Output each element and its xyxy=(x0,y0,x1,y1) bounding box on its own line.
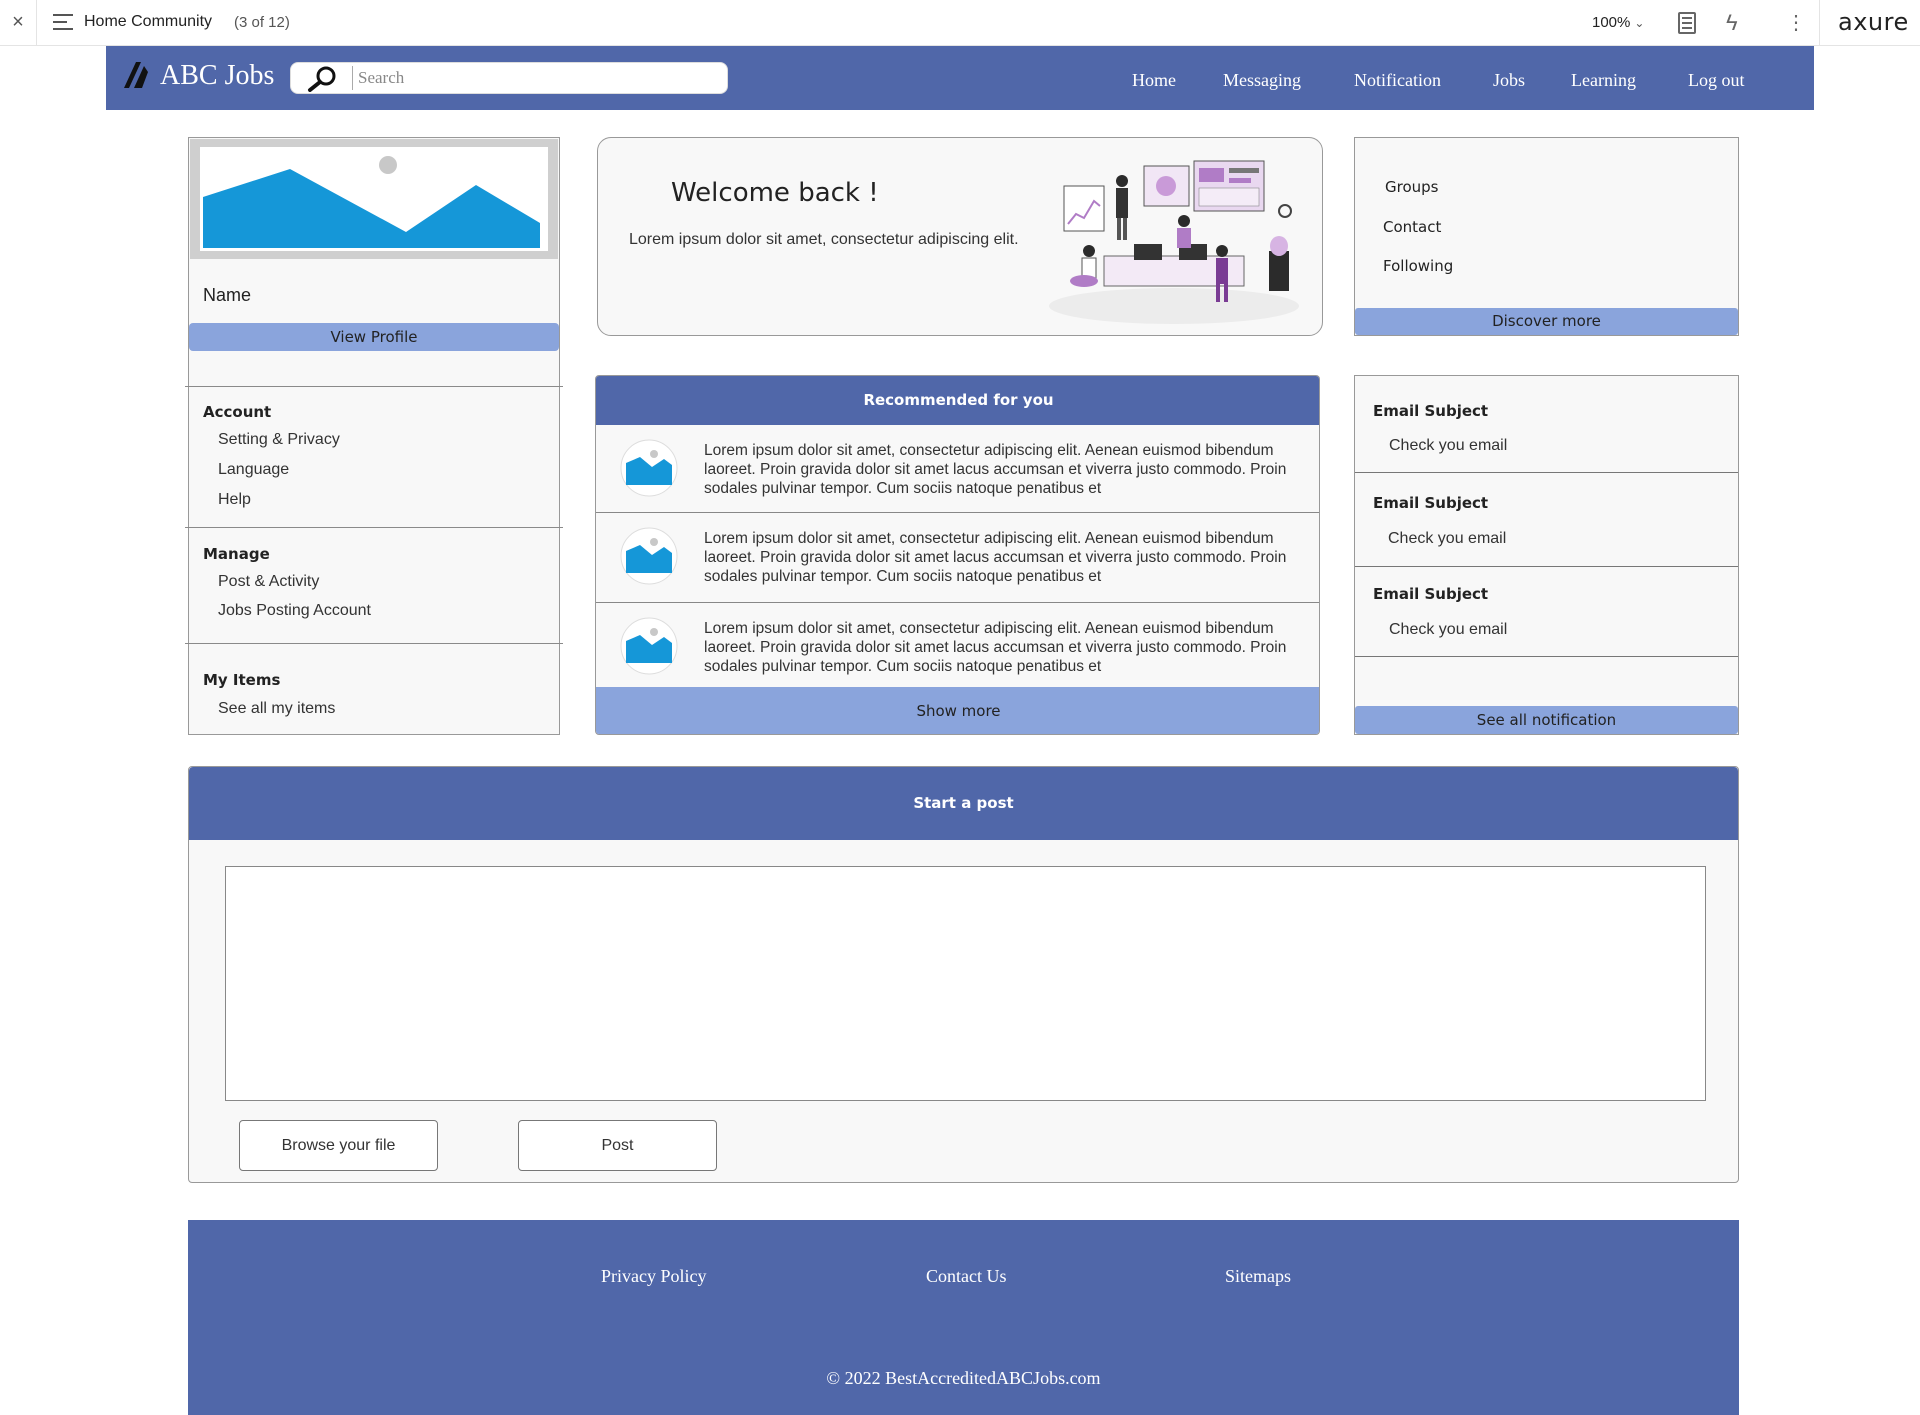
divider xyxy=(1355,656,1738,657)
notifications-card: Email Subject Check you email Email Subj… xyxy=(1354,375,1739,735)
list-item[interactable]: Lorem ipsum dolor sit amet, consectetur … xyxy=(596,513,1319,601)
section-title-manage: Manage xyxy=(203,545,270,563)
menu-icon[interactable] xyxy=(53,14,73,32)
interactions-icon[interactable]: ϟ xyxy=(1726,10,1738,36)
divider xyxy=(36,0,37,46)
search-icon[interactable] xyxy=(292,64,350,92)
email-text[interactable]: Check you email xyxy=(1389,437,1507,455)
divider xyxy=(1819,0,1820,46)
email-subject[interactable]: Email Subject xyxy=(1373,402,1488,420)
menu-item-see-all-items[interactable]: See all my items xyxy=(218,700,335,718)
recommended-text: Lorem ipsum dolor sit amet, consectetur … xyxy=(704,530,1287,585)
post-textarea[interactable] xyxy=(225,866,1706,1101)
page-title[interactable]: Home Community xyxy=(84,13,212,31)
nav-messaging[interactable]: Messaging xyxy=(1223,70,1301,91)
email-text[interactable]: Check you email xyxy=(1389,621,1507,639)
recommended-text: Lorem ipsum dolor sit amet, consectetur … xyxy=(704,620,1287,675)
divider xyxy=(1355,566,1738,567)
divider xyxy=(185,527,563,528)
axure-logo: axure xyxy=(1838,8,1909,36)
logo-text[interactable]: ABC Jobs xyxy=(160,60,274,92)
image-placeholder-icon xyxy=(620,617,678,675)
welcome-title: Welcome back ! xyxy=(671,178,879,208)
recommended-text: Lorem ipsum dolor sit amet, consectetur … xyxy=(704,442,1287,497)
section-title-account: Account xyxy=(203,403,272,421)
section-title-my-items: My Items xyxy=(203,671,281,689)
page-count: (3 of 12) xyxy=(234,14,290,31)
browse-file-button[interactable]: Browse your file xyxy=(239,1120,438,1171)
link-following[interactable]: Following xyxy=(1383,257,1453,275)
welcome-subtitle: Lorem ipsum dolor sit amet, consectetur … xyxy=(629,231,1019,248)
team-illustration xyxy=(1049,160,1299,324)
list-item[interactable]: Lorem ipsum dolor sit amet, consectetur … xyxy=(596,603,1319,691)
show-more-button[interactable]: Show more xyxy=(596,687,1319,734)
email-text[interactable]: Check you email xyxy=(1388,530,1506,548)
image-placeholder-icon xyxy=(620,527,678,585)
footer-link-sitemaps[interactable]: Sitemaps xyxy=(1225,1266,1291,1287)
menu-item-jobs-posting-account[interactable]: Jobs Posting Account xyxy=(218,602,371,620)
nav-logout[interactable]: Log out xyxy=(1688,70,1745,91)
footer-link-privacy[interactable]: Privacy Policy xyxy=(601,1266,707,1287)
more-options-icon[interactable]: ⋮ xyxy=(1786,10,1806,35)
menu-item-setting-privacy[interactable]: Setting & Privacy xyxy=(218,431,340,449)
search-input[interactable] xyxy=(352,66,722,90)
menu-item-help[interactable]: Help xyxy=(218,491,251,509)
menu-item-post-activity[interactable]: Post & Activity xyxy=(218,573,319,591)
link-groups[interactable]: Groups xyxy=(1385,178,1438,196)
post-button[interactable]: Post xyxy=(518,1120,717,1171)
nav-learning[interactable]: Learning xyxy=(1571,70,1636,91)
chevron-down-icon: ⌄ xyxy=(1634,16,1645,30)
menu-item-language[interactable]: Language xyxy=(218,461,289,479)
list-item[interactable]: Lorem ipsum dolor sit amet, consectetur … xyxy=(596,425,1319,513)
groups-card: Groups Contact Following Discover more xyxy=(1354,137,1739,336)
welcome-card: Welcome back ! Lorem ipsum dolor sit ame… xyxy=(597,137,1323,336)
email-subject[interactable]: Email Subject xyxy=(1373,585,1488,603)
profile-name: Name xyxy=(203,285,252,305)
image-placeholder-icon xyxy=(620,439,678,497)
footer-link-contact[interactable]: Contact Us xyxy=(926,1266,1007,1287)
divider xyxy=(1355,472,1738,473)
copyright: © 2022 BestAccreditedABCJobs.com xyxy=(826,1368,1101,1388)
link-contact[interactable]: Contact xyxy=(1383,218,1441,236)
profile-card: Name View Profile Account Setting & Priv… xyxy=(185,137,563,735)
nav-home[interactable]: Home xyxy=(1132,70,1176,91)
site-header: ABC Jobs Home Messaging Notification Job… xyxy=(106,46,1814,110)
close-icon[interactable]: × xyxy=(8,10,28,34)
image-placeholder-icon xyxy=(200,147,548,251)
site-footer: Privacy Policy Contact Us Sitemaps © 202… xyxy=(188,1220,1739,1415)
nav-notification[interactable]: Notification xyxy=(1354,70,1441,91)
discover-more-button[interactable]: Discover more xyxy=(1355,308,1738,335)
viewer-toolbar: × Home Community (3 of 12) 100% ⌄ ϟ ⋮ axu… xyxy=(0,0,1920,46)
view-profile-button[interactable]: View Profile xyxy=(189,323,559,351)
see-all-notification-button[interactable]: See all notification xyxy=(1355,706,1738,734)
zoom-select[interactable]: 100% ⌄ xyxy=(1592,14,1644,31)
cover-image xyxy=(190,139,558,259)
divider xyxy=(185,643,563,644)
zoom-value: 100% xyxy=(1592,14,1631,31)
divider xyxy=(185,386,563,387)
recommended-title: Recommended for you xyxy=(596,376,1319,425)
email-subject[interactable]: Email Subject xyxy=(1373,494,1488,512)
start-post-card: Start a post Browse your file Post xyxy=(188,766,1739,1183)
notes-icon[interactable] xyxy=(1678,12,1696,34)
logo-icon xyxy=(124,62,148,88)
start-post-title: Start a post xyxy=(189,767,1738,840)
recommended-card: Recommended for you Lorem ipsum dolor si… xyxy=(595,375,1320,735)
nav-jobs[interactable]: Jobs xyxy=(1493,70,1525,91)
